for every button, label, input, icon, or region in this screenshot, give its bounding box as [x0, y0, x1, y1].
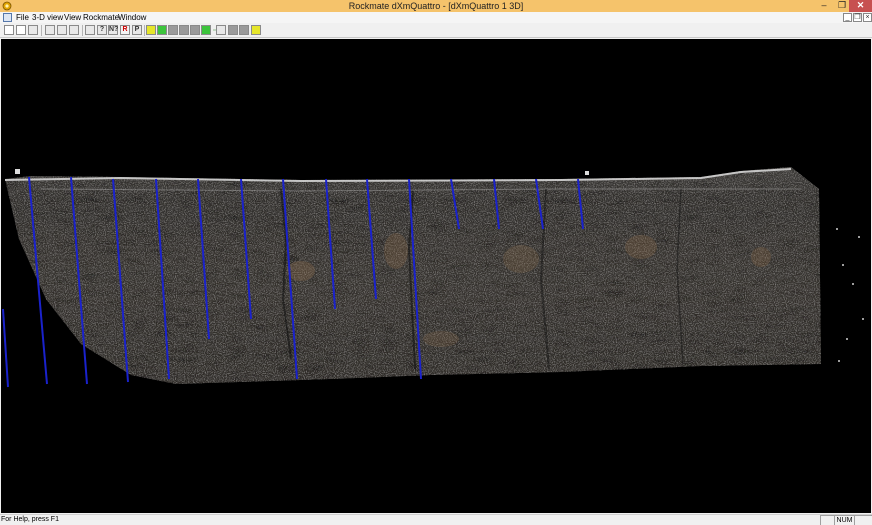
cut-icon[interactable]: [45, 25, 55, 35]
green-tool-icon[interactable]: [157, 25, 167, 35]
title-bar[interactable]: Rockmate dXmQuattro - [dXmQuattro 1 3D] …: [0, 0, 872, 12]
green-check-icon[interactable]: [201, 25, 211, 35]
link-icon[interactable]: [216, 25, 226, 35]
menu-rockmate[interactable]: Rockmate: [83, 12, 119, 23]
menu-window[interactable]: Window: [118, 12, 146, 23]
new-document-icon[interactable]: [4, 25, 14, 35]
gray-tool-4-icon[interactable]: [228, 25, 238, 35]
point-marker-left: [15, 169, 20, 174]
menu-view[interactable]: View: [64, 12, 81, 23]
open-folder-icon[interactable]: [16, 25, 26, 35]
menu-bar: File 3-D view View Rockmate Window _ ❐ ×: [0, 12, 872, 23]
yellow-frame-icon[interactable]: [251, 25, 261, 35]
window-title: Rockmate dXmQuattro - [dXmQuattro 1 3D]: [348, 1, 524, 11]
paste-icon[interactable]: [69, 25, 79, 35]
about-icon[interactable]: ?: [97, 25, 107, 35]
application-window: Rockmate dXmQuattro - [dXmQuattro 1 3D] …: [0, 0, 872, 525]
toolbar-separator: [41, 25, 42, 36]
mdi-minimize-button[interactable]: _: [843, 13, 852, 22]
rock-face-point-cloud: [4, 167, 864, 384]
status-bar: For Help, press F1 NUM: [0, 514, 872, 525]
copy-icon[interactable]: [57, 25, 67, 35]
menu-3d-view[interactable]: 3-D view: [32, 12, 63, 23]
save-icon[interactable]: [28, 25, 38, 35]
3d-point-cloud-viewport[interactable]: [1, 39, 871, 513]
close-button[interactable]: ✕: [849, 0, 872, 12]
p-icon[interactable]: P: [132, 25, 142, 35]
toolbar-separator: [144, 25, 145, 36]
toolbar: ? N? R P: [0, 23, 872, 38]
gray-tool-2-icon[interactable]: [179, 25, 189, 35]
gray-tool-1-icon[interactable]: [168, 25, 178, 35]
toolbar-separator: [82, 25, 83, 36]
survey-line: [2, 308, 9, 388]
menu-file[interactable]: File: [16, 12, 29, 23]
mdi-close-button[interactable]: ×: [863, 13, 872, 22]
yellow-tool-icon[interactable]: [146, 25, 156, 35]
mdi-restore-button[interactable]: ❐: [853, 13, 862, 22]
r-icon[interactable]: R: [120, 25, 130, 35]
gray-tool-3-icon[interactable]: [190, 25, 200, 35]
minimize-button[interactable]: –: [815, 0, 833, 12]
point-marker-center: [585, 171, 589, 175]
point-cloud-canvas[interactable]: [1, 39, 871, 513]
print-icon[interactable]: [85, 25, 95, 35]
context-help-icon[interactable]: N?: [108, 25, 118, 35]
gray-tool-5-icon[interactable]: [239, 25, 249, 35]
document-icon[interactable]: [3, 13, 12, 22]
